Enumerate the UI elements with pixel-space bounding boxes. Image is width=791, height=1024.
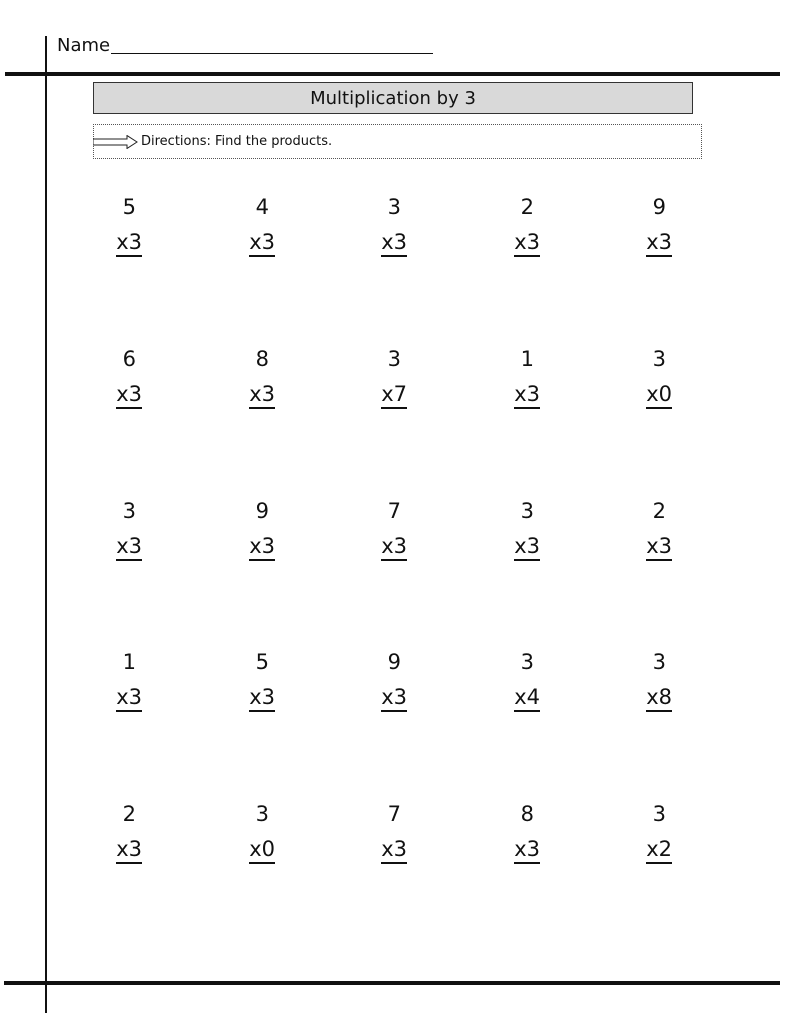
multiplicand: 2 xyxy=(652,499,666,523)
multiplication-problem: 3 x3 xyxy=(480,501,540,561)
multiplication-problem: 3 x7 xyxy=(347,349,407,409)
multiplier: x3 xyxy=(116,536,142,561)
multiplier: x0 xyxy=(646,384,672,409)
multiplication-problem: 2 x3 xyxy=(480,197,540,257)
multiplier: x3 xyxy=(646,536,672,561)
name-blank-line[interactable] xyxy=(111,35,434,54)
multiplicand: 9 xyxy=(652,195,666,219)
multiplicand: 4 xyxy=(255,195,269,219)
multiplier: x3 xyxy=(116,839,142,864)
multiplication-problem: 3 x3 xyxy=(82,501,142,561)
multiplicand: 1 xyxy=(520,347,534,371)
multiplication-problem: 3 x0 xyxy=(612,349,672,409)
multiplicand: 3 xyxy=(387,347,401,371)
multiplier: x0 xyxy=(249,839,275,864)
multiplier: x3 xyxy=(249,232,275,257)
multiplicand: 7 xyxy=(387,802,401,826)
multiplication-problem: 9 x3 xyxy=(347,652,407,712)
multiplicand: 2 xyxy=(520,195,534,219)
multiplier: x3 xyxy=(249,536,275,561)
multiplier: x3 xyxy=(514,839,540,864)
multiplicand: 8 xyxy=(255,347,269,371)
multiplication-problem: 2 x3 xyxy=(82,804,142,864)
multiplier: x7 xyxy=(381,384,407,409)
footer-divider-line xyxy=(4,981,780,985)
multiplication-problem: 3 x0 xyxy=(215,804,275,864)
multiplication-problem: 8 x3 xyxy=(480,804,540,864)
worksheet-title-box: Multiplication by 3 xyxy=(93,82,693,114)
multiplicand: 3 xyxy=(255,802,269,826)
multiplicand: 3 xyxy=(122,499,136,523)
multiplier: x3 xyxy=(514,384,540,409)
multiplier: x3 xyxy=(514,232,540,257)
directions-box: Directions: Find the products. xyxy=(92,124,702,159)
worksheet-title: Multiplication by 3 xyxy=(310,87,476,109)
multiplier: x8 xyxy=(646,687,672,712)
multiplicand: 3 xyxy=(652,650,666,674)
multiplicand: 9 xyxy=(255,499,269,523)
directions-text: Directions: Find the products. xyxy=(141,134,333,149)
margin-vertical-line xyxy=(45,36,47,1013)
multiplicand: 7 xyxy=(387,499,401,523)
multiplier: x2 xyxy=(646,839,672,864)
multiplication-problem: 9 x3 xyxy=(612,197,672,257)
name-field: Name xyxy=(57,35,434,56)
arrow-right-icon xyxy=(92,134,138,149)
multiplicand: 6 xyxy=(122,347,136,371)
multiplication-problem: 1 x3 xyxy=(480,349,540,409)
multiplicand: 5 xyxy=(255,650,269,674)
multiplicand: 1 xyxy=(122,650,136,674)
multiplication-problem: 7 x3 xyxy=(347,804,407,864)
multiplication-problem: 5 x3 xyxy=(215,652,275,712)
multiplicand: 3 xyxy=(652,347,666,371)
multiplier: x3 xyxy=(381,232,407,257)
header-divider-line xyxy=(5,72,780,76)
multiplier: x3 xyxy=(249,687,275,712)
multiplication-problem: 7 x3 xyxy=(347,501,407,561)
multiplicand: 3 xyxy=(387,195,401,219)
multiplicand: 3 xyxy=(520,650,534,674)
multiplier: x3 xyxy=(381,536,407,561)
name-label: Name xyxy=(57,35,111,56)
multiplication-problem: 3 x8 xyxy=(612,652,672,712)
multiplier: x3 xyxy=(381,839,407,864)
multiplicand: 5 xyxy=(122,195,136,219)
multiplication-problem: 9 x3 xyxy=(215,501,275,561)
multiplier: x3 xyxy=(116,384,142,409)
multiplier: x3 xyxy=(116,232,142,257)
multiplication-problem: 2 x3 xyxy=(612,501,672,561)
multiplication-problem: 6 x3 xyxy=(82,349,142,409)
multiplicand: 3 xyxy=(520,499,534,523)
multiplication-problem: 3 x2 xyxy=(612,804,672,864)
multiplier: x3 xyxy=(646,232,672,257)
multiplication-problem: 3 x4 xyxy=(480,652,540,712)
multiplier: x3 xyxy=(514,536,540,561)
multiplication-problem: 5 x3 xyxy=(82,197,142,257)
multiplication-problem: 3 x3 xyxy=(347,197,407,257)
multiplier: x4 xyxy=(514,687,540,712)
multiplication-problem: 1 x3 xyxy=(82,652,142,712)
multiplicand: 9 xyxy=(387,650,401,674)
multiplication-problem: 8 x3 xyxy=(215,349,275,409)
multiplication-problem: 4 x3 xyxy=(215,197,275,257)
multiplier: x3 xyxy=(249,384,275,409)
multiplier: x3 xyxy=(381,687,407,712)
multiplicand: 2 xyxy=(122,802,136,826)
multiplicand: 3 xyxy=(652,802,666,826)
multiplicand: 8 xyxy=(520,802,534,826)
multiplier: x3 xyxy=(116,687,142,712)
